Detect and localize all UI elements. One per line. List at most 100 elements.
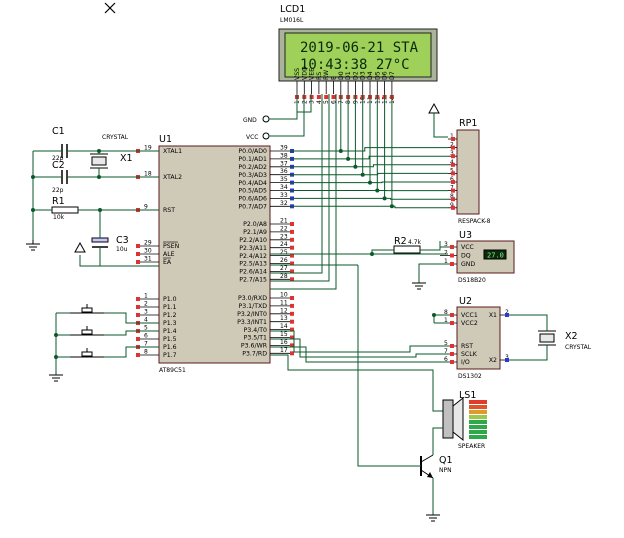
push-button-2[interactable] [70, 326, 104, 336]
junction-dot [97, 149, 101, 153]
u3-part: DS18B20 [458, 277, 486, 284]
pin-marker [451, 145, 455, 150]
mcu-pin-name: P3.2/INT0 [237, 311, 267, 318]
c1-ref: C1 [52, 126, 65, 137]
lcd-pin-name: VDD [301, 66, 308, 80]
gnd-terminal[interactable]: GND [243, 115, 270, 124]
pin-marker [450, 352, 454, 356]
lcd-part: LM016L [280, 17, 304, 24]
mcu-pin-number: 14 [280, 323, 288, 330]
mcu-pin-name: P3.0/RXD [238, 295, 267, 302]
u2-pin-name: VCC1 [461, 312, 478, 319]
capacitor-c3[interactable]: C3 10u [91, 235, 129, 253]
mcu-pin-number: 31 [144, 256, 152, 263]
x2-ref: X2 [565, 331, 578, 342]
capacitor-c1[interactable]: C1 22p [52, 126, 68, 162]
mcu-pin-name: P1.7 [163, 352, 177, 359]
push-button-1[interactable] [70, 304, 104, 314]
bus-wire [340, 147, 448, 152]
speaker-ls1[interactable]: LS1 SPEAKER [442, 390, 487, 450]
push-button-3[interactable] [70, 348, 104, 358]
pin-marker [505, 313, 509, 317]
mcu-pin-name: P3.3/INT1 [237, 319, 267, 326]
mcu-pin-number: 37 [280, 160, 288, 167]
q1-ref: Q1 [439, 455, 453, 466]
pin-marker [290, 245, 294, 250]
mcu-pin-number: 11 [280, 299, 288, 306]
mcu-pin-name: XTAL1 [163, 148, 182, 155]
mcu-pin-number: 5 [144, 325, 148, 332]
temp-sensor-u3[interactable]: U3 DS18B20 3 VCC2 DQ1 GND 27.0 [440, 230, 515, 284]
resistor-pack-rp1[interactable]: RP1 RESPACK-8 123456789 [448, 118, 491, 225]
bus-wire [384, 197, 448, 200]
pin-marker [290, 237, 294, 242]
mcu-pin-number: 32 [280, 200, 288, 207]
mcu-pin-name: EA [163, 259, 172, 266]
pin-marker [450, 344, 454, 348]
mcu-pin-number: 27 [280, 265, 288, 272]
mcu-pin-name: P2.0/A8 [243, 221, 267, 228]
u3-ref: U3 [459, 230, 472, 241]
mcu-pin-number: 26 [280, 257, 288, 264]
pin-marker [450, 360, 454, 364]
bus-wire [355, 164, 448, 168]
mcu-pin-name: P0.6/AD6 [238, 196, 267, 203]
pin-marker [331, 95, 336, 99]
mcu-pin-number: 18 [144, 171, 152, 178]
lcd-pin-name: D3 [360, 71, 367, 80]
pin-marker [136, 297, 140, 301]
mcu-pin-number: 25 [280, 249, 288, 256]
u2-ref: U2 [459, 296, 472, 307]
mcu-pin-name: PSEN [163, 243, 180, 250]
ground-icon [26, 240, 40, 251]
pin-marker [309, 95, 314, 99]
mcu-pin-number: 33 [280, 192, 288, 199]
pin-marker [451, 171, 455, 176]
mcu-pin-name: P1.0 [163, 296, 177, 303]
u2-part: DS1302 [458, 373, 482, 380]
c2-ref: C2 [52, 160, 65, 171]
vcc-terminal[interactable]: VCC [246, 132, 270, 141]
mcu-pin-name: P0.1/AD1 [238, 156, 267, 163]
close-icon[interactable] [104, 2, 116, 14]
bus-wire [290, 94, 364, 176]
lcd-pin-name: E [331, 76, 338, 80]
lcd-module[interactable]: LCD1 LM016L 2019-06-21 STA 10:43:38 27°C… [278, 4, 438, 104]
rtc-u2[interactable]: U2 DS1302 8 VCC11 VCC25 RST7 SCLK6 I/O2X13X2 [440, 296, 509, 380]
junction-dot [360, 172, 365, 177]
mcu-pin-name: P0.4/AD4 [238, 180, 267, 187]
junction-dot [98, 208, 102, 212]
mcu-pin-name: P3.6/WR [241, 343, 268, 350]
button-group[interactable] [70, 304, 104, 358]
r2-ref: R2 [394, 236, 407, 247]
power-arrow-icon [74, 241, 86, 253]
lcd-pin-name: RS [316, 72, 323, 80]
mcu-pin-name: P1.3 [163, 320, 177, 327]
x1-part: CRYSTAL [102, 134, 129, 141]
mcu-pin-name: P2.7/A15 [239, 277, 267, 284]
ground-icon-q1 [426, 514, 440, 522]
transistor-q1[interactable]: Q1 NPN [420, 454, 453, 479]
mcu-pin-number: 7 [144, 341, 148, 348]
mcu-pin-number: 12 [280, 307, 288, 314]
pin-marker [290, 311, 294, 316]
pin-marker [450, 245, 454, 249]
pin-marker [450, 262, 454, 266]
pin-marker [451, 188, 455, 193]
mcu-pin-name: P3.4/T0 [244, 327, 267, 334]
ls1-part: SPEAKER [458, 443, 485, 450]
u3-reading: 27.0 [487, 252, 504, 260]
mcu-pin-name: P1.5 [163, 336, 177, 343]
bus-wire [290, 94, 378, 191]
resistor-r2[interactable]: R2 4.7k [393, 236, 422, 254]
crystal-x2[interactable]: X2 CRYSTAL [538, 330, 592, 351]
mcu-pin-number: 21 [280, 218, 288, 225]
resistor-r1[interactable]: R1 10k [51, 196, 79, 221]
pin-marker [451, 197, 455, 202]
gnd-label: GND [243, 117, 257, 124]
u2-pin-name: VCC2 [461, 320, 478, 327]
mcu-pin-number: 9 [144, 204, 148, 211]
mcu-pin-name: P1.6 [163, 344, 177, 351]
mcu-pin-number: 39 [280, 145, 288, 152]
mcu-pin-name: P2.4/A12 [239, 253, 267, 260]
